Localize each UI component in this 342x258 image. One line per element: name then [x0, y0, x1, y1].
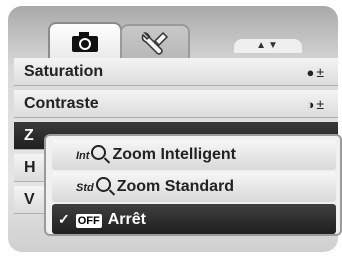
contrast-icon: ◑ ±: [306, 96, 324, 112]
tab-camera[interactable]: [48, 22, 122, 60]
menu-item-label: Contraste: [24, 95, 99, 112]
menu-item-label: H: [24, 159, 36, 176]
magnifier-icon: [95, 177, 111, 192]
option-label: Zoom Standard: [116, 178, 235, 195]
standard-zoom-icon: Std: [76, 182, 94, 194]
magnifier-icon: [91, 145, 107, 160]
menu-item-contraste[interactable]: Contraste ◑ ±: [14, 90, 338, 118]
option-zoom-intelligent[interactable]: Int Zoom Intelligent: [52, 140, 336, 170]
off-badge: OFF: [75, 214, 102, 228]
option-arret[interactable]: ✓ OFF Arrêt: [52, 204, 336, 234]
menu-item-label: Saturation: [24, 63, 104, 80]
wrench-icon: [141, 31, 169, 55]
scroll-arrows: ▲▼: [234, 39, 302, 53]
intelligent-zoom-icon: Int: [76, 150, 90, 162]
option-label: Zoom Intelligent: [112, 146, 236, 163]
camera-menu-screen: ▲▼ Saturation ● ± Contraste ◑ ± Z H V Int Z…: [0, 0, 342, 258]
menu-item-label: V: [24, 191, 35, 208]
option-zoom-standard[interactable]: Std Zoom Standard: [52, 172, 336, 202]
check-icon: ✓: [58, 211, 70, 227]
saturation-icon: ● ±: [306, 64, 324, 80]
option-label: Arrêt: [107, 211, 146, 228]
zoom-option-popup: Int Zoom Intelligent Std Zoom Standard ✓ OF…: [44, 134, 342, 236]
menu-item-saturation[interactable]: Saturation ● ±: [14, 58, 338, 86]
menu-item-label: Z: [24, 127, 34, 144]
camera-icon: [72, 32, 98, 52]
tab-setup[interactable]: [120, 24, 190, 60]
